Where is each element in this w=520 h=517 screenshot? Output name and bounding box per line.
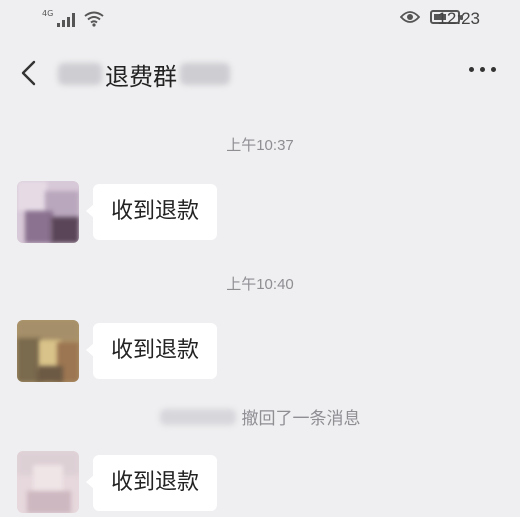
wifi-icon: [84, 11, 104, 27]
message-bubble[interactable]: 收到退款: [85, 455, 218, 511]
message-bubble[interactable]: 收到退款: [85, 323, 218, 379]
signal-bars-icon: [57, 13, 76, 27]
chat-title-text: 退费群: [105, 62, 177, 91]
avatar[interactable]: [17, 320, 79, 382]
more-options-button[interactable]: [469, 67, 496, 72]
redacted-title-suffix: [180, 63, 230, 85]
chevron-left-icon: [21, 60, 36, 86]
message-timestamp: 上午10:40: [226, 276, 294, 293]
message-bubble[interactable]: 收到退款: [85, 184, 218, 240]
redacted-title-prefix: [58, 63, 102, 85]
avatar[interactable]: [17, 451, 79, 513]
status-bar: 4G 12:23: [0, 0, 520, 40]
back-button[interactable]: [14, 57, 46, 89]
recall-text: 撤回了一条消息: [241, 409, 361, 429]
avatar[interactable]: [17, 181, 79, 243]
signal-indicators: 4G: [42, 9, 104, 27]
network-type-label: 4G: [42, 9, 54, 18]
ellipsis-icon: [469, 67, 474, 72]
eye-icon: [400, 11, 420, 23]
chat-header: 退费群: [0, 45, 520, 103]
status-time: 12:23: [437, 9, 480, 28]
message-timestamp: 上午10:37: [226, 137, 294, 154]
redacted-sender-name: [159, 408, 236, 425]
recall-notice: 撤回了一条消息: [0, 404, 520, 429]
chat-title: 退费群: [58, 57, 230, 91]
